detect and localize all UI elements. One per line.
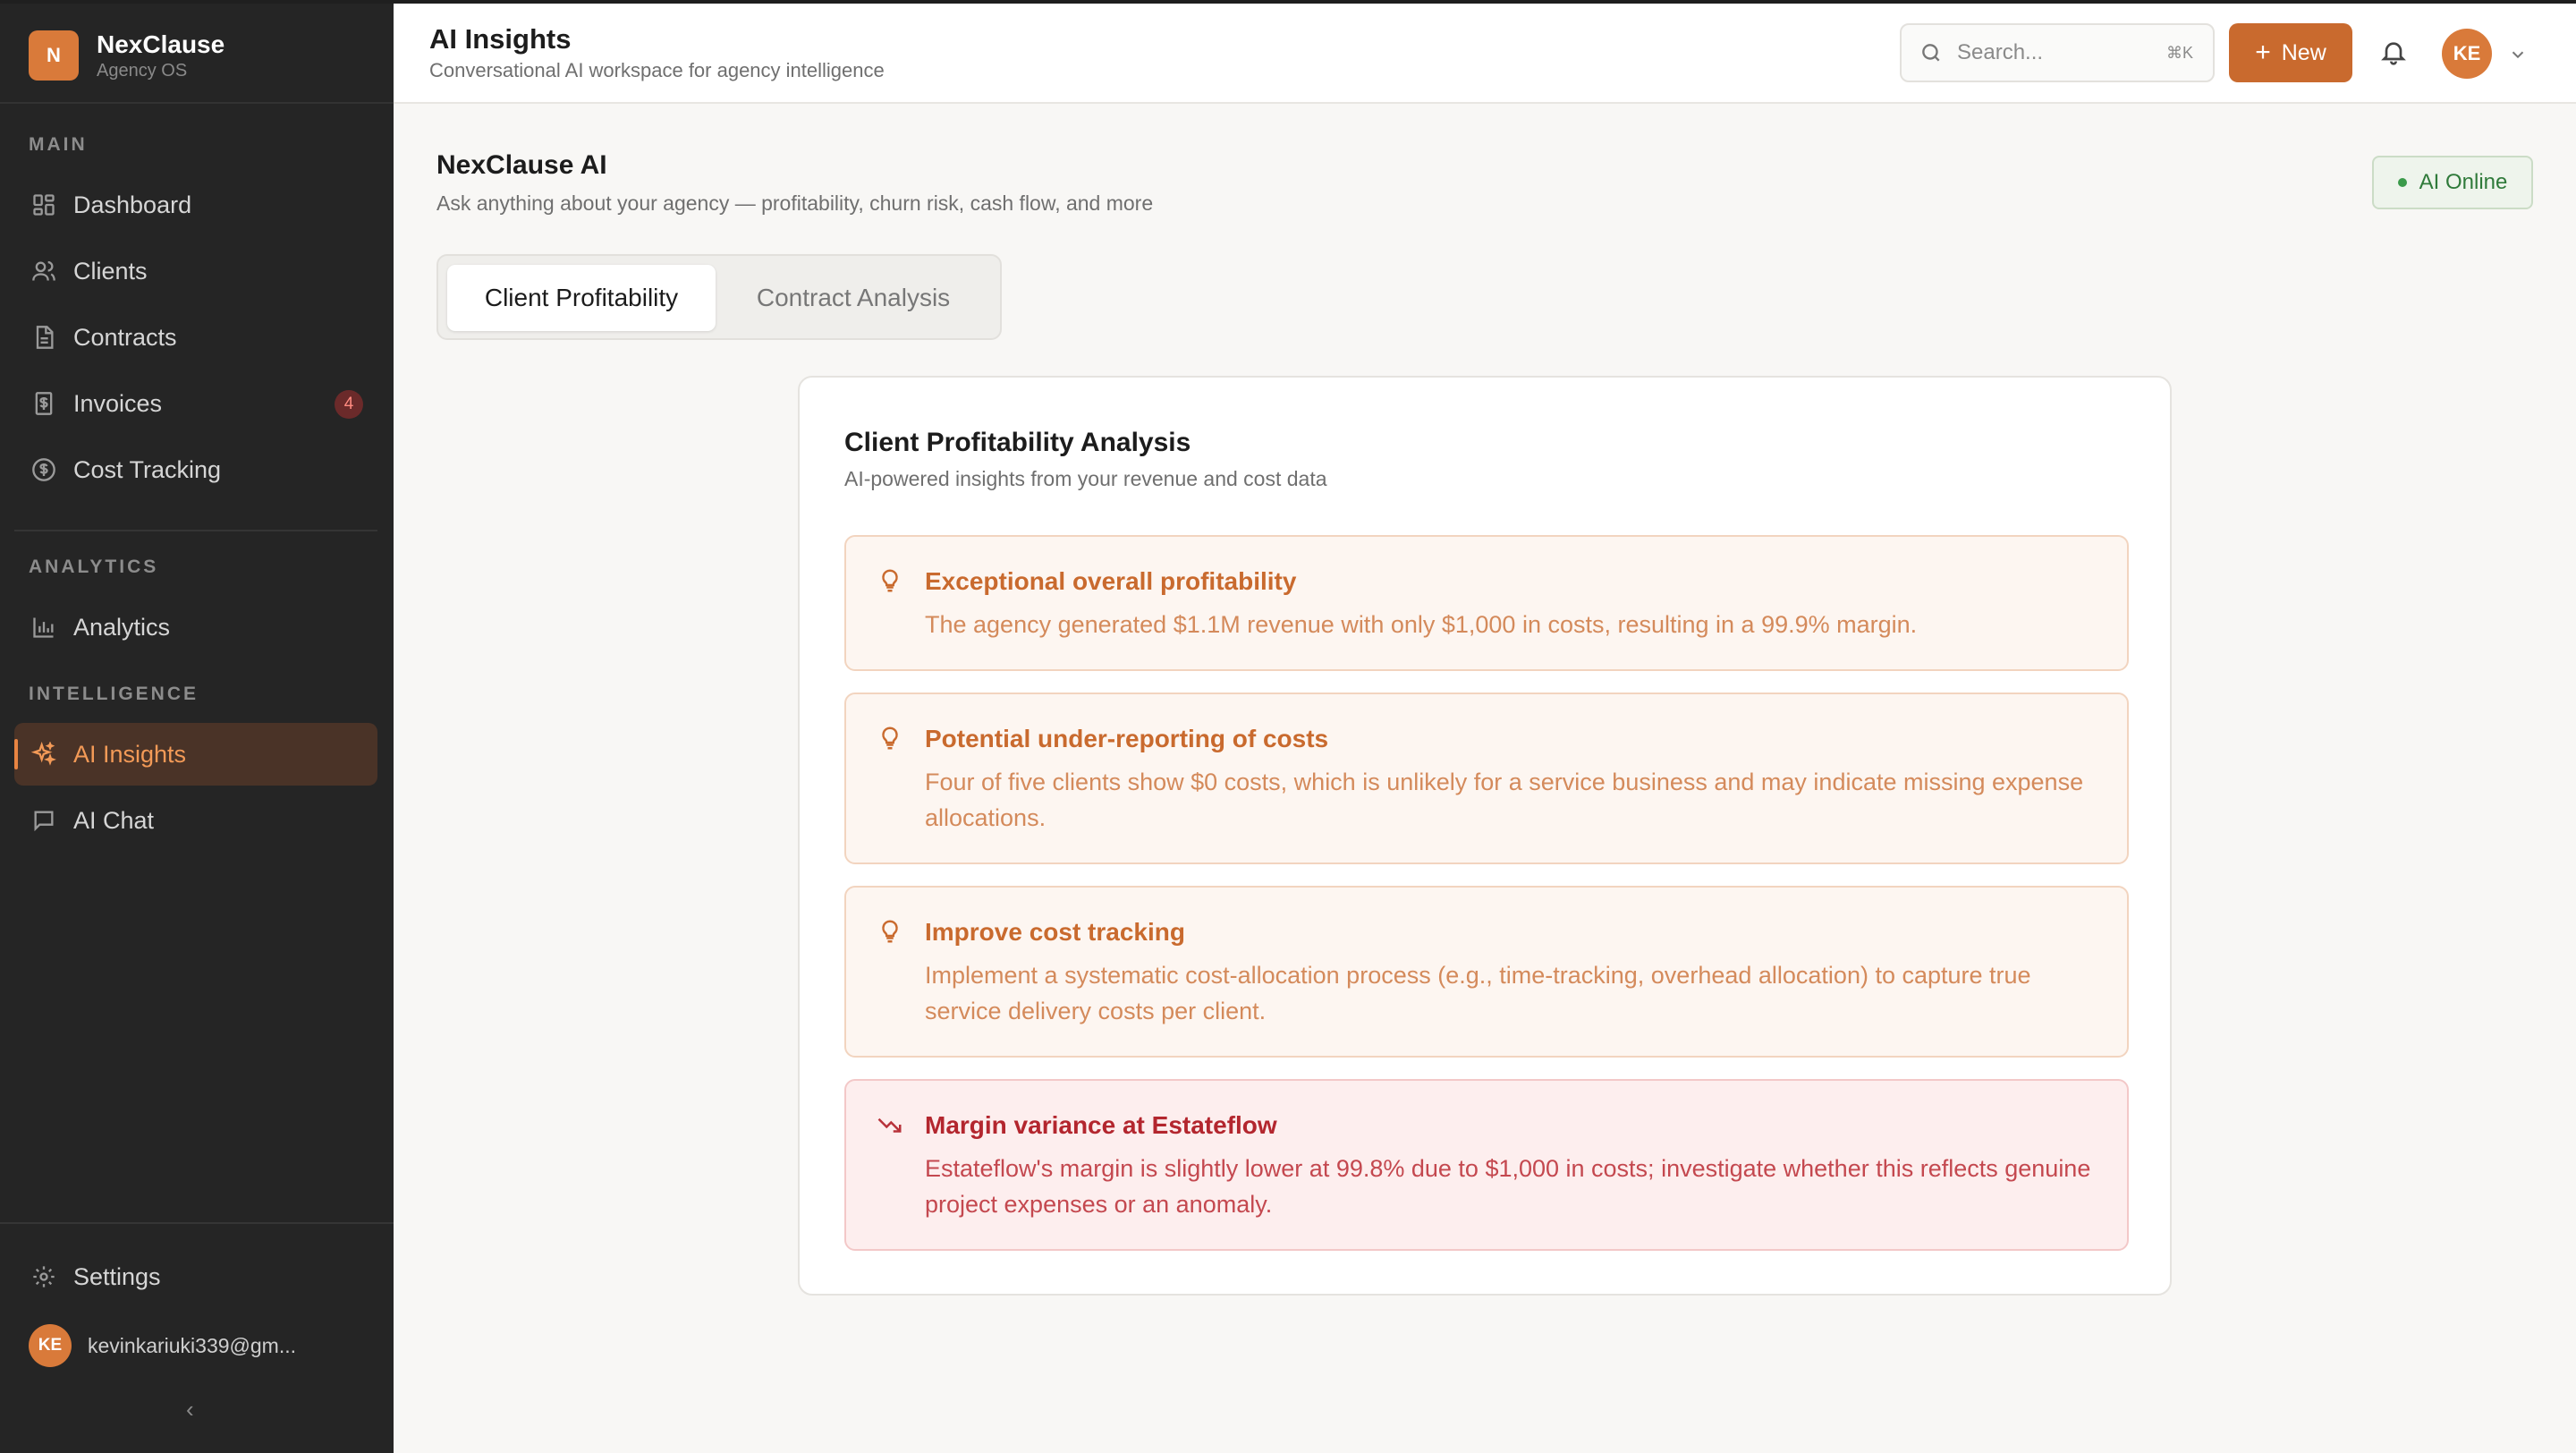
- card-title: Client Profitability Analysis: [844, 428, 1191, 457]
- header: AI Insights Conversational AI workspace …: [394, 4, 2576, 104]
- insight-card: Improve cost tracking Implement a system…: [844, 886, 2129, 1058]
- invoices-count-badge: 4: [335, 390, 363, 419]
- avatar: KE: [29, 1324, 72, 1367]
- new-button-label: New: [2281, 39, 2326, 65]
- sidebar-item-analytics[interactable]: Analytics: [14, 596, 377, 659]
- sidebar-item-label: Clients: [73, 257, 148, 285]
- sidebar-footer-divider: [0, 1222, 394, 1224]
- page-subtitle: Conversational AI workspace for agency i…: [429, 59, 885, 81]
- brand-name: NexClause: [97, 30, 225, 58]
- grid-icon: [29, 190, 59, 220]
- card-subtitle: AI-powered insights from your revenue an…: [844, 467, 1327, 490]
- insight-title: Potential under-reporting of costs: [925, 725, 1329, 752]
- section-title: NexClause AI: [436, 150, 607, 180]
- profitability-card: Client Profitability Analysis AI-powered…: [798, 376, 2172, 1296]
- sidebar-item-label: Cost Tracking: [73, 455, 222, 483]
- status-dot-icon: [2397, 178, 2407, 187]
- status-label: AI Online: [2419, 170, 2508, 194]
- sidebar-item-label: AI Chat: [73, 806, 155, 834]
- chevron-down-icon: [2512, 51, 2524, 59]
- bar-chart-icon: [29, 612, 59, 642]
- notifications-button[interactable]: [2379, 38, 2408, 66]
- sidebar-item-cost-tracking[interactable]: Cost Tracking: [14, 438, 377, 501]
- insight-body: Estateflow's margin is slightly lower at…: [925, 1155, 2091, 1218]
- sidebar: N NexClause Agency OS MAIN Dashboard Cli…: [0, 0, 394, 1453]
- insight-title: Margin variance at Estateflow: [925, 1111, 1277, 1139]
- insight-body: The agency generated $1.1M revenue with …: [925, 611, 1918, 638]
- sidebar-item-label: Invoices: [73, 389, 163, 417]
- lightbulb-icon: [877, 725, 903, 752]
- chat-icon: [29, 805, 59, 836]
- user-profile[interactable]: KE kevinkariuki339@gm...: [29, 1324, 296, 1367]
- insight-card: Potential under-reporting of costs Four …: [844, 693, 2129, 864]
- sidebar-item-settings[interactable]: Settings: [14, 1245, 377, 1308]
- insight-body: Four of five clients show $0 costs, whic…: [925, 769, 2084, 831]
- top-edge: [0, 0, 2576, 4]
- status-badge: AI Online: [2372, 156, 2533, 209]
- dollar-circle-icon: [29, 455, 59, 485]
- brand-logo: N: [29, 30, 79, 81]
- section-label-main: MAIN: [29, 134, 88, 155]
- trending-down-icon: [877, 1111, 903, 1138]
- insight-card: Exceptional overall profitability The ag…: [844, 535, 2129, 671]
- tab-contract-analysis[interactable]: Contract Analysis: [716, 265, 991, 331]
- search-icon: [1922, 44, 1940, 62]
- lightbulb-icon: [877, 567, 903, 594]
- risk-insight-card: Margin variance at Estateflow Estateflow…: [844, 1079, 2129, 1251]
- lightbulb-icon: [877, 918, 903, 945]
- insight-title: Improve cost tracking: [925, 918, 1185, 946]
- sidebar-item-clients[interactable]: Clients: [14, 240, 377, 302]
- sidebar-item-ai-chat[interactable]: AI Chat: [14, 789, 377, 852]
- sidebar-item-contracts[interactable]: Contracts: [14, 306, 377, 369]
- page-title: AI Insights: [429, 23, 572, 55]
- sidebar-item-invoices[interactable]: Invoices 4: [14, 372, 377, 435]
- search-shortcut: ⌘K: [2165, 43, 2193, 62]
- sidebar-item-dashboard[interactable]: Dashboard: [14, 174, 377, 236]
- sparkles-icon: [29, 739, 59, 769]
- document-icon: [29, 322, 59, 353]
- insight-body: Implement a systematic cost-allocation p…: [925, 962, 2031, 1024]
- sidebar-divider: [14, 530, 377, 531]
- bell-icon: [2381, 42, 2406, 65]
- brand[interactable]: N NexClause Agency OS: [0, 4, 394, 104]
- sidebar-item-label: AI Insights: [73, 740, 187, 768]
- section-label-analytics: ANALYTICS: [29, 557, 159, 577]
- avatar[interactable]: KE: [2442, 29, 2492, 79]
- sidebar-item-label: Settings: [73, 1262, 161, 1290]
- search-input[interactable]: Search... ⌘K: [1900, 23, 2215, 82]
- tab-bar: Client Profitability Contract Analysis: [436, 254, 1002, 340]
- sidebar-item-label: Analytics: [73, 613, 171, 641]
- sidebar-item-label: Dashboard: [73, 191, 192, 218]
- insight-title: Exceptional overall profitability: [925, 567, 1297, 595]
- section-subtitle: Ask anything about your agency — profita…: [436, 191, 1154, 215]
- user-email: kevinkariuki339@gm...: [88, 1333, 296, 1357]
- new-button[interactable]: + New: [2229, 23, 2352, 82]
- gear-icon: [29, 1262, 59, 1292]
- section-label-intelligence: INTELLIGENCE: [29, 684, 199, 704]
- receipt-icon: [29, 388, 59, 419]
- account-menu-toggle[interactable]: [2508, 45, 2528, 64]
- tab-client-profitability[interactable]: Client Profitability: [447, 265, 716, 331]
- collapse-sidebar-button[interactable]: ‹: [186, 1396, 194, 1423]
- brand-subtitle: Agency OS: [97, 61, 188, 81]
- users-icon: [29, 256, 59, 286]
- sidebar-item-ai-insights[interactable]: AI Insights: [14, 723, 377, 786]
- plus-icon: +: [2255, 38, 2271, 67]
- search-placeholder: Search...: [1957, 40, 2044, 64]
- sidebar-item-label: Contracts: [73, 323, 177, 351]
